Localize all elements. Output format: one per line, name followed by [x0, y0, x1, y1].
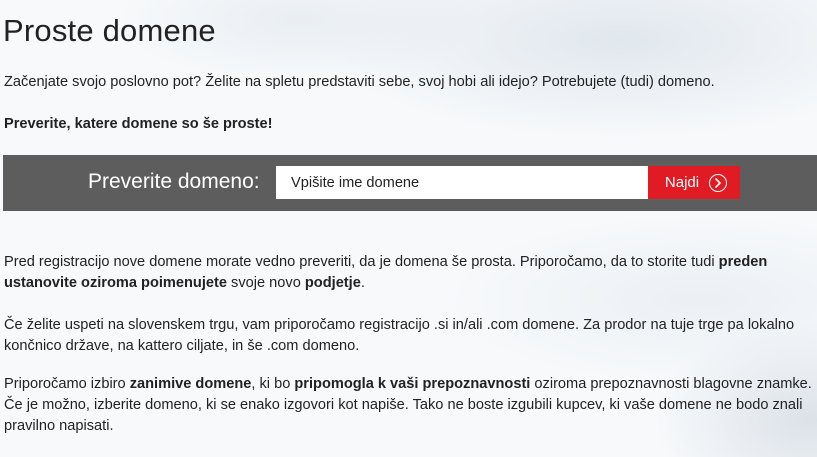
paragraph-bold-text: zanimive domene [129, 376, 252, 392]
paragraph-slovenian-market: Če želite uspeti na slovenskem trgu, vam… [4, 315, 816, 357]
find-button[interactable]: Najdi [648, 166, 740, 199]
paragraph-text: Priporočamo izbiro [4, 376, 130, 392]
domain-search-input[interactable] [276, 166, 648, 199]
paragraph-text: Pred registracijo nove domene morate ved… [4, 254, 719, 270]
paragraph-bold-text: pripomogla k vaši prepoznavnosti [294, 376, 531, 392]
paragraph-text: , ki bo [251, 376, 295, 392]
paragraph-interesting-domain: Priporočamo izbiro zanimive domene, ki b… [4, 374, 816, 437]
paragraph-bold-text: podjetje [304, 275, 361, 291]
paragraph-text: . [360, 275, 365, 291]
paragraph-text: Če želite uspeti na slovenskem trgu, vam… [4, 317, 795, 354]
domain-search-bar: Preverite domeno: Najdi [3, 155, 817, 211]
intro-text: Začenjate svojo poslovno pot? Želite na … [4, 74, 715, 90]
domain-search-label: Preverite domeno: [88, 170, 260, 193]
paragraph-text: svoje novo [227, 275, 305, 291]
find-button-label: Najdi [664, 174, 700, 191]
page-title: Proste domene [3, 13, 216, 48]
paragraph-check-before-registration: Pred registracijo nove domene morate ved… [4, 252, 816, 294]
chevron-right-circle-icon [709, 173, 728, 192]
check-domains-heading: Preverite, katere domene so še proste! [4, 116, 273, 132]
